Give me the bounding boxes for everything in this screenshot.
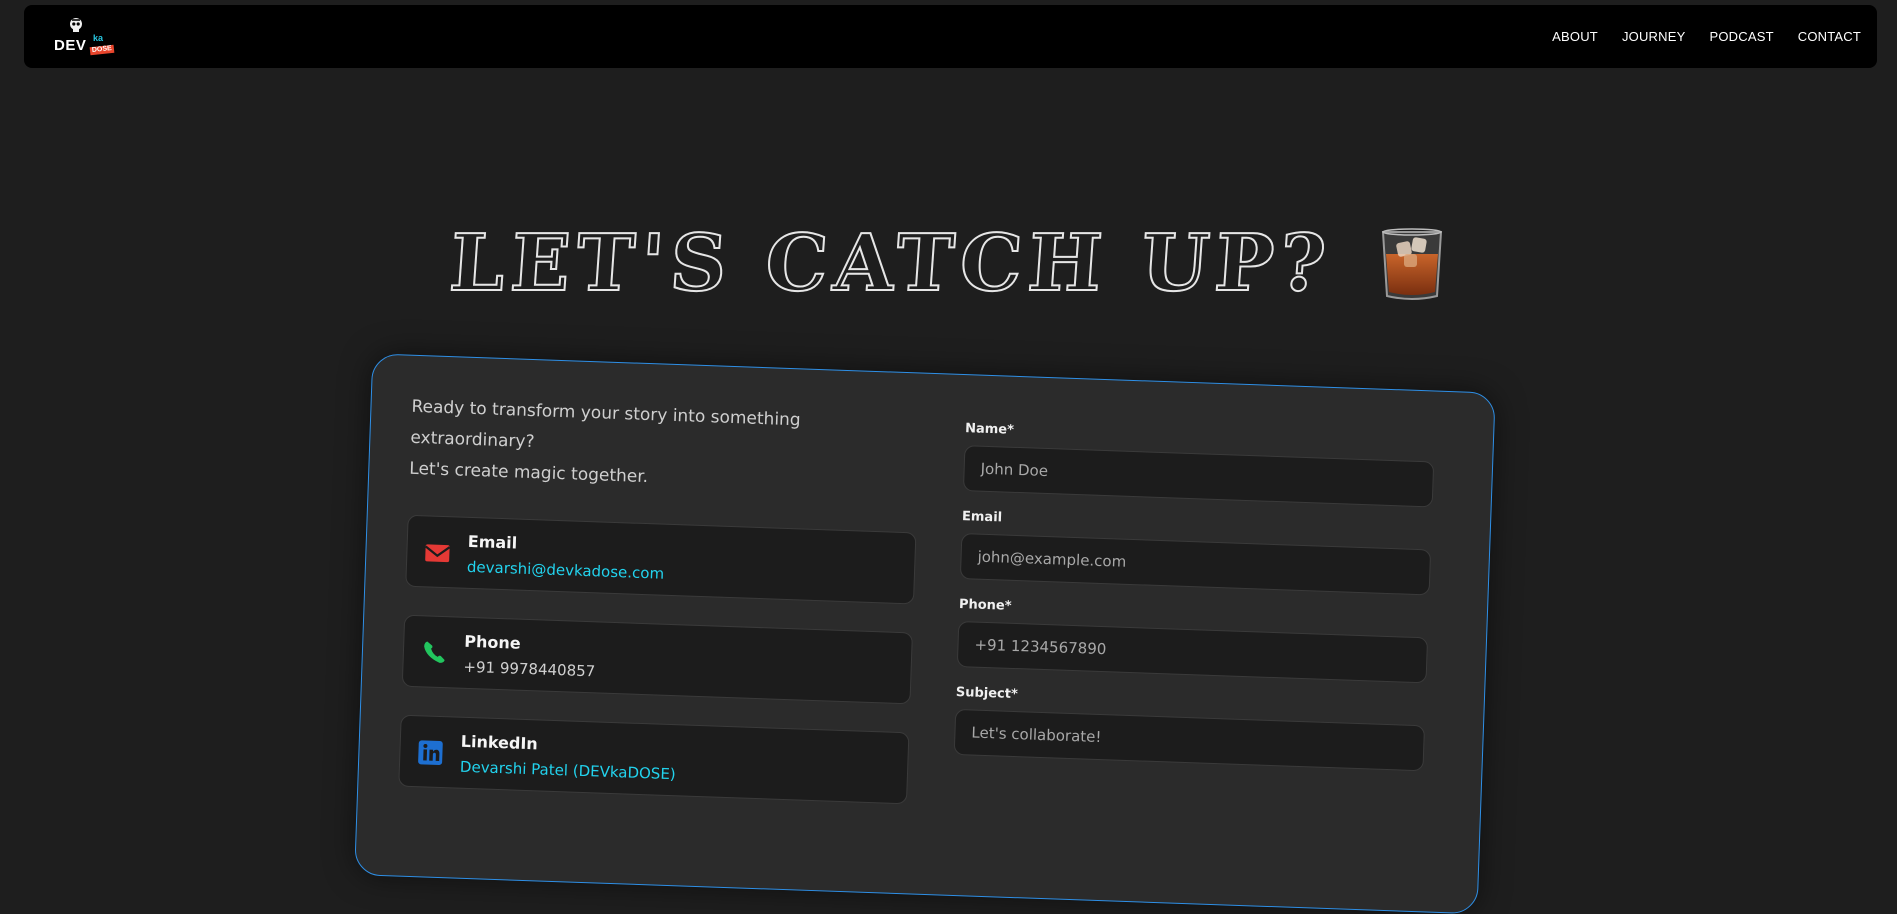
hero-title-text: LET'S CATCH UP? (446, 217, 1336, 310)
contact-method-phone[interactable]: Phone +91 9978440857 (401, 614, 913, 705)
nav-link-journey[interactable]: JOURNEY (1622, 29, 1686, 44)
contact-method-linkedin[interactable]: LinkedIn Devarshi Patel (DEVkaDOSE) (398, 714, 910, 805)
skull-icon (70, 18, 82, 32)
email-field-group: Email (959, 509, 1432, 596)
phone-field-group: Phone* (956, 597, 1429, 684)
envelope-icon (424, 544, 451, 563)
contact-phone-value: +91 9978440857 (463, 657, 596, 681)
contact-form: Name* Email Phone* Subject* (953, 421, 1435, 789)
contact-email-link[interactable]: devarshi@devkadose.com (467, 558, 665, 583)
site-logo[interactable]: DEV ka DOSE (54, 17, 134, 59)
logo-dev-text: DEV (54, 37, 87, 54)
contact-linkedin-link[interactable]: Devarshi Patel (DEVkaDOSE) (460, 758, 676, 784)
contact-method-email[interactable]: Email devarshi@devkadose.com (405, 514, 917, 605)
contact-info-column: Ready to transform your story into somet… (398, 392, 926, 805)
name-field-group: Name* (962, 421, 1435, 508)
hero-title: LET'S CATCH UP? (0, 217, 1897, 310)
logo-dose-text: DOSE (89, 44, 115, 56)
linkedin-icon (418, 740, 443, 765)
whiskey-glass-icon (1381, 227, 1442, 300)
navbar: DEV ka DOSE ABOUT JOURNEY PODCAST CONTAC… (24, 5, 1877, 68)
logo-ka-text: ka (93, 33, 104, 43)
contact-linkedin-title: LinkedIn (460, 731, 539, 754)
contact-tagline: Ready to transform your story into somet… (409, 392, 927, 503)
contact-phone-title: Phone (464, 631, 522, 653)
nav-link-about[interactable]: ABOUT (1552, 29, 1598, 44)
email-input[interactable] (959, 533, 1432, 596)
phone-icon (424, 641, 445, 663)
subject-input[interactable] (953, 708, 1426, 772)
contact-email-title: Email (467, 531, 518, 553)
nav-link-podcast[interactable]: PODCAST (1709, 29, 1773, 44)
nav-link-contact[interactable]: CONTACT (1798, 29, 1861, 44)
nav-links: ABOUT JOURNEY PODCAST CONTACT (1528, 5, 1861, 68)
subject-field-group: Subject* (953, 685, 1426, 772)
phone-input[interactable] (956, 621, 1429, 684)
name-input[interactable] (962, 445, 1435, 508)
